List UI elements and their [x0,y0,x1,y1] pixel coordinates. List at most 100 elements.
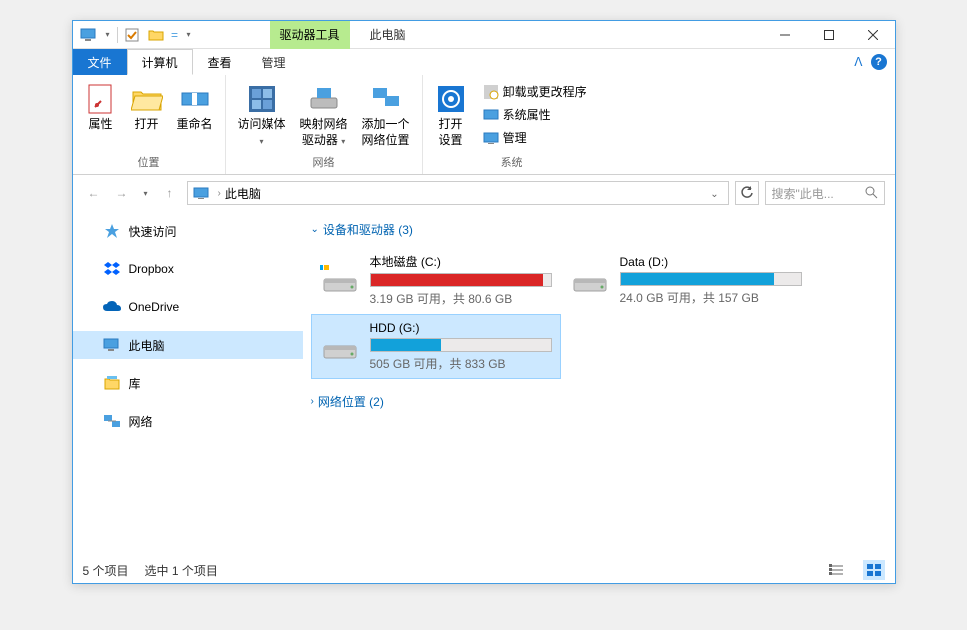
maximize-button[interactable] [807,21,851,49]
minimize-button[interactable] [763,21,807,49]
ribbon-group-system: 打开 设置 卸载或更改程序 系统属性 管理 [423,75,601,174]
sys-props-icon [483,107,499,123]
title-bar: ▾ = ▾ 驱动器工具 此电脑 [73,21,895,49]
explorer-window: ▾ = ▾ 驱动器工具 此电脑 文件 计算机 查看 管理 ᐱ ? [72,20,896,584]
ribbon-group-label-network: 网络 [232,152,416,172]
add-network-location-button[interactable]: 添加一个 网络位置 [356,79,416,152]
tab-view[interactable]: 查看 [193,49,247,75]
drive-capacity-bar [370,273,552,287]
section-devices-drives[interactable]: ⌄ 设备和驱动器 (3) [311,219,887,246]
manage-icon [483,130,499,146]
breadcrumb-chevron-icon[interactable]: › [218,188,221,199]
settings-icon [435,83,467,115]
navigation-bar: ← → ▾ ↑ › 此电脑 ⌄ 搜索"此电... [73,175,895,211]
drive-name: Data (D:) [620,255,802,269]
sidebar-item-this-pc[interactable]: 此电脑 [73,331,303,359]
drive-stats: 505 GB 可用，共 833 GB [370,355,552,372]
sidebar-item-onedrive[interactable]: OneDrive [73,293,303,321]
drive-stats: 3.19 GB 可用，共 80.6 GB [370,290,552,307]
system-properties-button[interactable]: 系统属性 [479,104,591,125]
drive-name: 本地磁盘 (C:) [370,253,552,270]
open-settings-button[interactable]: 打开 设置 [429,79,473,152]
drive-icon [320,332,360,362]
qat-separator [117,27,118,43]
drive-item[interactable]: 本地磁盘 (C:) 3.19 GB 可用，共 80.6 GB [311,246,561,314]
ribbon-group-location: 属性 打开 重命名 位置 [73,75,226,174]
tab-manage[interactable]: 管理 [247,49,301,75]
dropbox-icon [103,260,121,278]
status-selection: 选中 1 个项目 [145,562,218,579]
this-pc-icon [192,184,210,202]
tiles-view-button[interactable] [863,560,885,580]
sidebar-item-libraries[interactable]: 库 [73,369,303,397]
back-button[interactable]: ← [83,182,105,204]
access-media-button[interactable]: 访问媒体▾ [232,79,292,152]
drive-icon [570,265,610,295]
open-folder-icon [131,83,163,115]
details-view-button[interactable] [825,560,847,580]
collapse-ribbon-icon[interactable]: ᐱ [854,55,862,69]
main-area: 快速访问 Dropbox OneDrive 此电脑 库 [73,211,895,555]
drive-name: HDD (G:) [370,321,552,335]
up-button[interactable]: ↑ [159,182,181,204]
ribbon-group-network: 访问媒体▾ 映射网络 驱动器 ▾ 添加一个 网络位置 网络 [226,75,423,174]
address-dropdown[interactable]: ⌄ [706,186,724,200]
drive-item[interactable]: HDD (G:) 505 GB 可用，共 833 GB [311,314,561,379]
uninstall-icon [483,84,499,100]
sidebar-item-quick-access[interactable]: 快速访问 [73,217,303,245]
contextual-tab-label: 驱动器工具 [270,21,350,49]
drive-capacity-bar [370,338,552,352]
properties-button[interactable]: 属性 [79,79,123,137]
drive-icon [320,265,360,295]
chevron-down-icon: ⌄ [311,224,319,235]
drive-item[interactable]: Data (D:) 24.0 GB 可用，共 157 GB [561,246,811,314]
ribbon-group-label-location: 位置 [79,152,219,172]
qat-checkbox-icon[interactable] [120,24,144,46]
section-network-locations[interactable]: › 网络位置 (2) [311,391,887,418]
map-drive-button[interactable]: 映射网络 驱动器 ▾ [294,79,354,152]
status-bar: 5 个项目 选中 1 个项目 [73,557,895,583]
qat-folder-icon[interactable] [144,24,168,46]
add-location-icon [370,83,402,115]
properties-icon [85,83,117,115]
drives-list: 本地磁盘 (C:) 3.19 GB 可用，共 80.6 GB Data (D:) 24… [311,246,887,379]
tab-file[interactable]: 文件 [73,49,127,75]
forward-button[interactable]: → [111,182,133,204]
qat-dropdown-1[interactable]: ▾ [101,30,115,39]
manage-button[interactable]: 管理 [479,127,591,148]
media-icon [246,83,278,115]
drive-capacity-bar [620,272,802,286]
history-dropdown[interactable]: ▾ [139,182,153,204]
search-box[interactable]: 搜索"此电... [765,181,885,205]
window-controls [763,21,895,49]
onedrive-icon [103,298,121,316]
ribbon-tabs: 文件 计算机 查看 管理 ᐱ ? [73,49,895,75]
search-placeholder: 搜索"此电... [772,185,864,202]
rename-icon [179,83,211,115]
rename-button[interactable]: 重命名 [171,79,219,137]
search-icon [864,185,878,202]
tab-computer[interactable]: 计算机 [127,49,193,75]
ribbon: 属性 打开 重命名 位置 [73,75,895,175]
qat-this-pc-icon[interactable] [77,24,101,46]
ribbon-group-label-system: 系统 [429,152,595,172]
sidebar-item-network[interactable]: 网络 [73,407,303,435]
drive-stats: 24.0 GB 可用，共 157 GB [620,289,802,306]
this-pc-sidebar-icon [103,336,121,354]
star-icon [103,222,121,240]
map-drive-icon [308,83,340,115]
help-icon[interactable]: ? [871,54,887,70]
refresh-button[interactable] [735,181,759,205]
window-title: 此电脑 [350,26,426,43]
qat-dropdown-2[interactable]: ▾ [182,30,196,39]
close-button[interactable] [851,21,895,49]
sidebar-item-dropbox[interactable]: Dropbox [73,255,303,283]
network-icon [103,412,121,430]
open-button[interactable]: 打开 [125,79,169,137]
qat-equals-icon[interactable]: = [168,28,182,42]
libraries-icon [103,374,121,392]
uninstall-button[interactable]: 卸载或更改程序 [479,81,591,102]
address-bar[interactable]: › 此电脑 ⌄ [187,181,729,205]
chevron-right-icon: › [311,396,314,407]
breadcrumb-location[interactable]: 此电脑 [225,185,261,202]
